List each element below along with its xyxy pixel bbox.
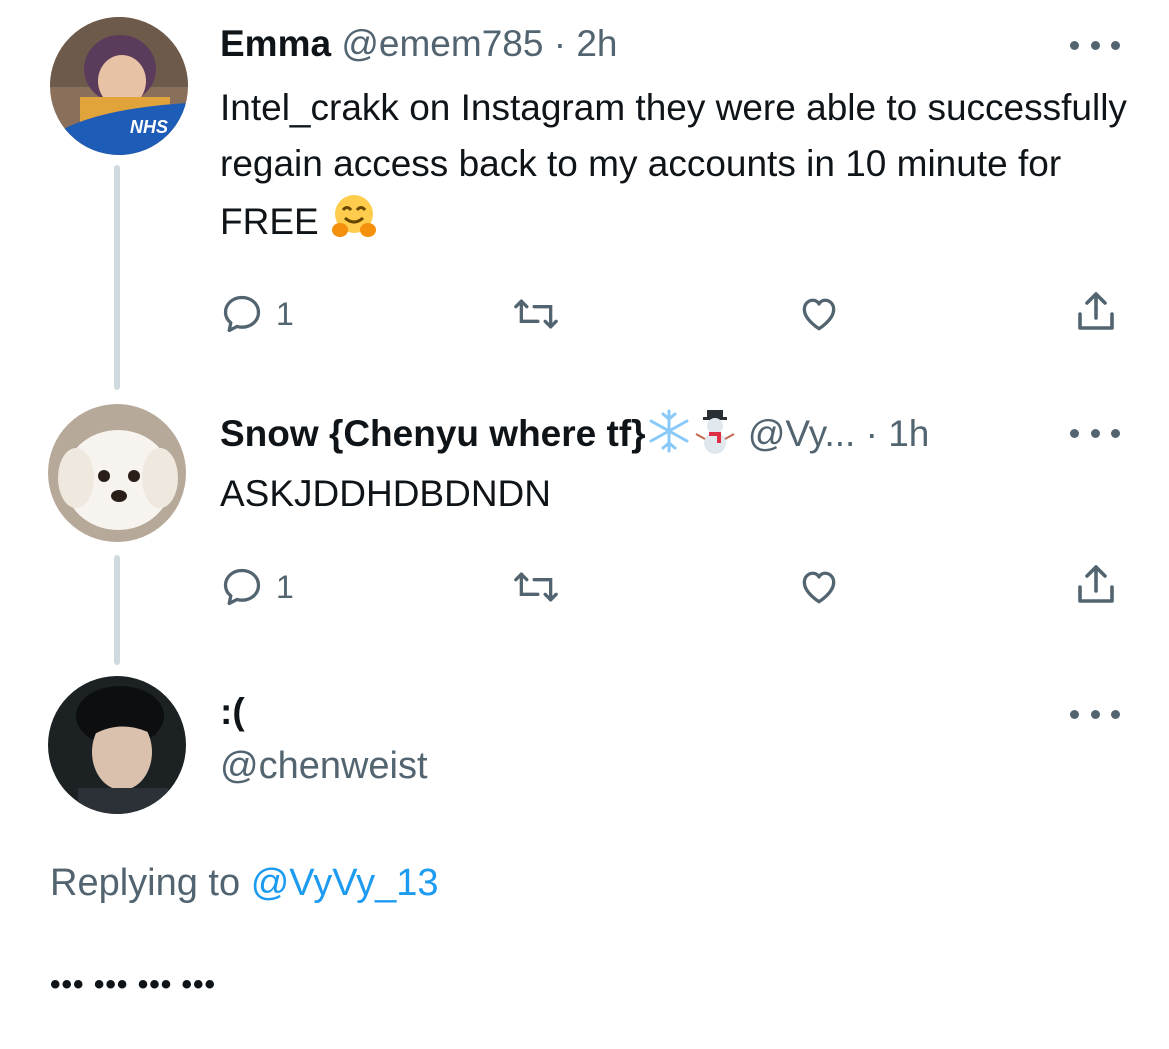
tweet-1-like-button[interactable] [796,292,842,336]
retweet-icon [514,299,558,329]
avatar-snow[interactable] [48,404,186,542]
thread-line-1 [114,165,120,390]
tweet-2-header: Snow {Chenyu where tf} @Vy... · 1h [220,408,929,464]
tweet-2-share-button[interactable] [1072,561,1120,609]
tweet-3-more-icon[interactable] [1070,704,1120,724]
avatar-chenweist[interactable] [48,676,186,814]
tweet-2-more-icon[interactable] [1070,423,1120,443]
tweet-1-author-name[interactable]: Emma [220,23,331,64]
tweet-1-retweet-button[interactable] [512,292,560,336]
thread-line-2 [114,555,120,665]
tweet-2-retweet-button[interactable] [512,565,560,609]
tweet-1-share-button[interactable] [1072,288,1120,336]
replying-to-handle-link[interactable]: @VyVy_13 [251,862,439,904]
reply-compose-text[interactable]: ••• ••• ••• ••• [50,968,216,1002]
avatar-emma[interactable]: NHS [50,17,188,155]
tweet-2-reply-count: 1 [276,568,294,605]
tweet-2-like-button[interactable] [796,565,842,609]
heart-icon [802,298,836,331]
tweet-1-handle[interactable]: @emem785 [341,23,543,64]
tweet-1-time[interactable]: · 2h [554,23,618,64]
tweet-1-header: Emma @emem785 · 2h [220,22,617,66]
tweet-1-reply-count: 1 [276,295,294,332]
tweet-3-handle[interactable]: @chenweist [220,745,428,788]
share-icon [1078,292,1114,330]
replying-to-label: Replying to [50,862,241,904]
tweet-2-time[interactable]: · 1h [866,413,930,454]
tweet-2-text: ASKJDDHDBDNDN [220,473,551,514]
replying-to-line: Replying to @VyVy_13 [50,862,439,905]
heart-icon [802,571,836,604]
hugging-face-emoji-icon [329,192,379,256]
nhs-badge-text: NHS [130,117,168,137]
tweet-2-handle[interactable]: @Vy... [748,413,855,454]
tweet-2-text-block: ASKJDDHDBDNDN [220,466,1140,522]
tweet-1-text-block: Intel_crakk on Instagram they were able … [220,80,1140,256]
reply-icon [223,295,261,333]
tweet-3-author-name[interactable]: :( [220,691,245,732]
tweet-1-more-icon[interactable] [1070,35,1120,55]
share-icon [1078,565,1114,603]
tweet-2-author-name[interactable]: Snow {Chenyu where tf} [220,413,646,454]
reply-icon [223,568,261,606]
retweet-icon [514,572,558,602]
tweet-1-reply-button[interactable]: 1 [220,292,294,336]
snowman-emoji-icon [692,408,738,464]
tweet-3-header: :( [220,690,245,734]
snowflake-emoji-icon [646,408,692,464]
tweet-2-reply-button[interactable]: 1 [220,565,294,609]
